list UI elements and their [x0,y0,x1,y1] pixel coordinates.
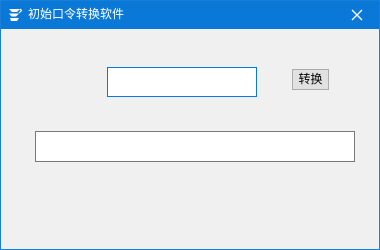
close-icon [351,6,363,25]
app-logo-icon [7,6,23,22]
close-button[interactable] [335,1,379,29]
password-input[interactable] [107,67,257,97]
convert-button[interactable]: 转换 [292,69,329,90]
result-output-field[interactable] [35,131,355,162]
app-window: 初始口令转换软件 转换 [0,0,380,250]
window-title: 初始口令转换软件 [28,7,125,21]
title-bar[interactable]: 初始口令转换软件 [1,1,379,29]
client-area: 转换 [1,29,379,249]
